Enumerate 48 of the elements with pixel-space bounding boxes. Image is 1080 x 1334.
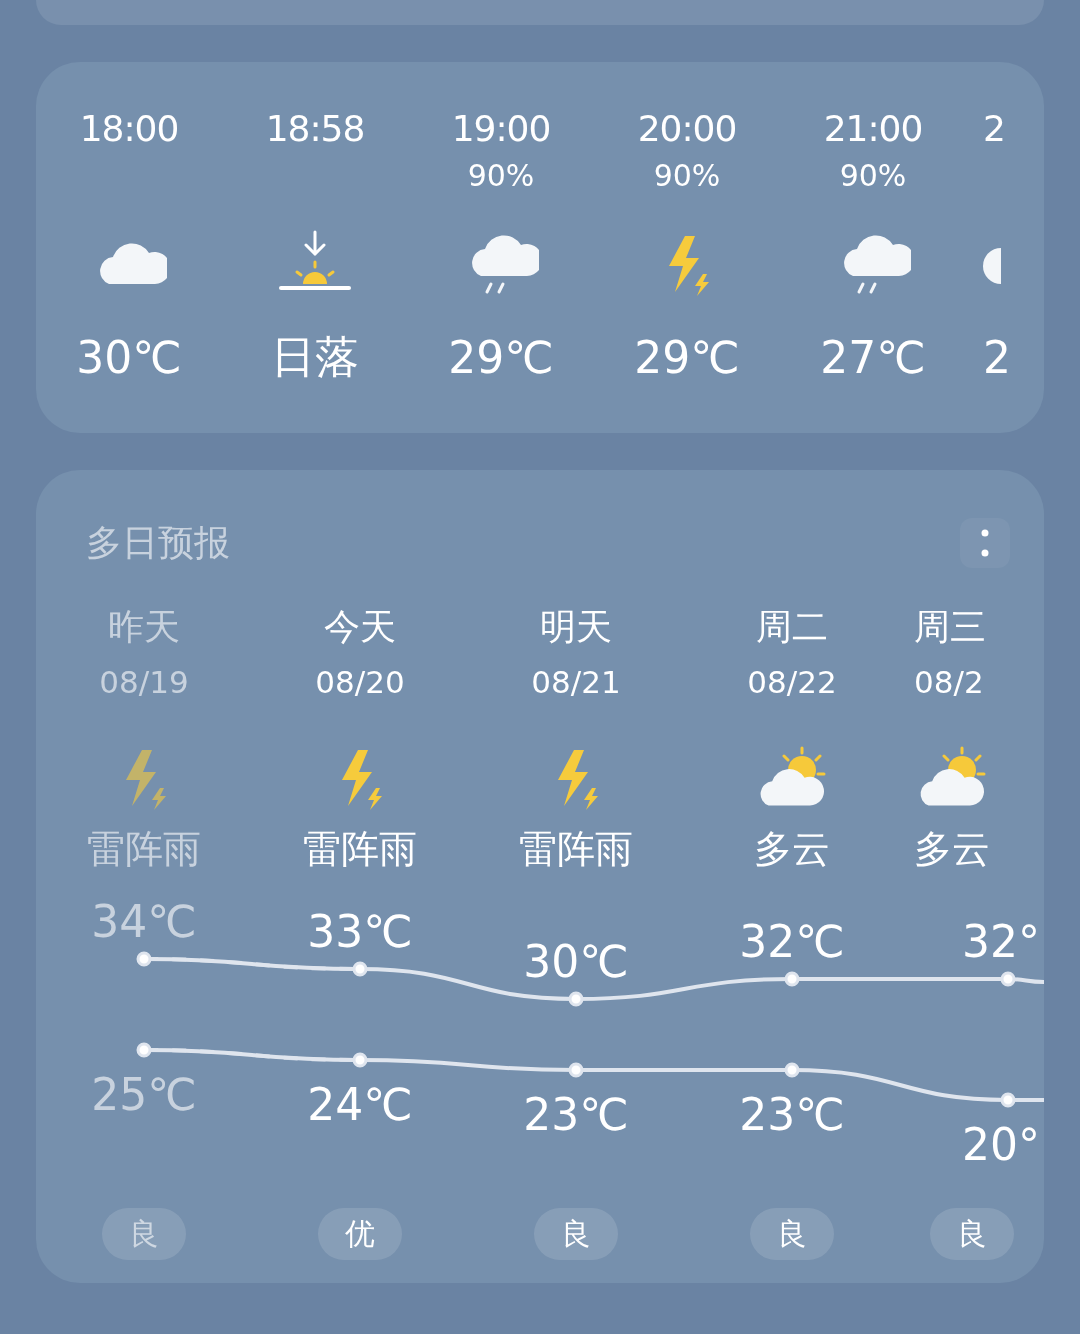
air-quality-badge: 优 (318, 1208, 402, 1260)
hour-time: 21:00 (823, 107, 923, 149)
weather-description: 雷阵雨 (303, 825, 417, 873)
hour-time: 19:00 (451, 107, 551, 149)
day-name: 明天 (540, 604, 612, 649)
weather-description: 雷阵雨 (519, 825, 633, 873)
forecast-title: 多日预报 (86, 520, 230, 565)
day-name: 昨天 (108, 604, 180, 649)
temperature-label: 30℃ (523, 936, 629, 987)
temperature-label: 20° (962, 1119, 1040, 1170)
day-date: 08/22 (747, 664, 837, 700)
temperature-label: 24℃ (307, 1079, 413, 1130)
temperature-label: 32℃ (739, 916, 845, 967)
weather-description: 雷阵雨 (87, 825, 201, 873)
temperature-label: 25℃ (91, 1069, 197, 1120)
air-quality-badge: 良 (930, 1208, 1014, 1260)
precip-chance: 90% (653, 157, 721, 193)
hour-time: 2 (983, 107, 1005, 149)
temperature-label: 33℃ (307, 906, 413, 957)
more-icon (981, 528, 989, 558)
hour-time: 18:58 (265, 107, 365, 149)
day-date: 08/2 (914, 664, 984, 700)
sunset-label: 日落 (271, 329, 359, 384)
temperature-label: 23℃ (739, 1089, 845, 1140)
precip-chance: 90% (467, 157, 535, 193)
hour-temperature: 29℃ (634, 331, 740, 383)
temperature-label: 32° (962, 916, 1040, 967)
day-name: 周二 (756, 604, 828, 649)
hour-temperature: 29℃ (448, 331, 554, 383)
weather-description: 多云 (914, 825, 990, 873)
temperature-label: 23℃ (523, 1089, 629, 1140)
hour-temperature: 30℃ (76, 331, 182, 383)
temperature-label: 34℃ (91, 896, 197, 947)
air-quality-badge: 良 (534, 1208, 618, 1260)
hour-temperature: 27℃ (820, 331, 926, 383)
day-name: 周三 (914, 604, 986, 649)
air-quality-badge: 良 (102, 1208, 186, 1260)
day-date: 08/21 (531, 664, 621, 700)
day-name: 今天 (324, 604, 396, 649)
precip-chance: 90% (839, 157, 907, 193)
hour-time: 18:00 (79, 107, 179, 149)
day-date: 08/19 (99, 664, 189, 700)
hour-time: 20:00 (637, 107, 737, 149)
air-quality-badge: 良 (750, 1208, 834, 1260)
weather-description: 多云 (754, 825, 830, 873)
day-date: 08/20 (315, 664, 405, 700)
hour-temperature: 2 (983, 331, 1011, 383)
more-button[interactable] (960, 518, 1010, 568)
